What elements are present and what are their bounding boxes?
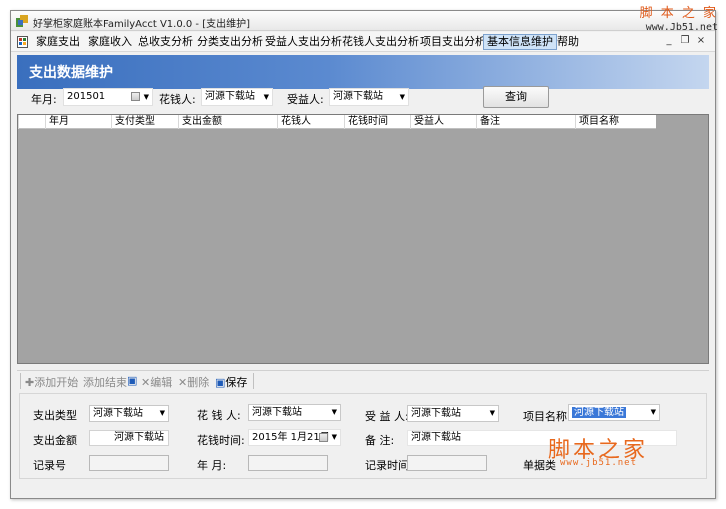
pay-type-value: 河源下载站 — [93, 408, 143, 419]
save-label: 保存 — [225, 376, 248, 389]
form-spender-select[interactable]: 河源下载站 ▼ — [248, 404, 341, 421]
beneficiary-filter-label: 受益人: — [287, 93, 324, 106]
app-window: 好掌柜家庭账本FamilyAcct V1.0.0 - [支出维护] 家庭支出 家… — [10, 10, 716, 499]
app-logo-icon — [16, 15, 28, 27]
minimize-button[interactable]: _ — [663, 35, 675, 46]
year-month-value: 201501 — [67, 91, 106, 102]
column-header[interactable]: 支出金额 — [178, 115, 277, 129]
pay-type-select[interactable]: 河源下载站 ▼ — [89, 405, 169, 422]
amount-label: 支出金额 — [33, 434, 77, 447]
menu-total-analysis[interactable]: 总收支分析 — [135, 34, 196, 50]
record-time-label: 记录时间: — [365, 459, 413, 472]
cross-icon: ✕ — [178, 376, 188, 389]
menu-beneficiary-analysis[interactable]: 受益人支出分析 — [262, 34, 345, 50]
project-name-select[interactable]: 河源下载站 ▼ — [568, 404, 660, 421]
close-button[interactable]: × — [695, 35, 707, 46]
menu-spender-analysis[interactable]: 花钱人支出分析 — [339, 34, 422, 50]
menu-basic-info[interactable]: 基本信息维护 — [483, 34, 557, 50]
add-start-button[interactable]: ✚添加开始 — [25, 374, 78, 390]
chevron-down-icon[interactable]: ▼ — [490, 406, 495, 421]
column-header[interactable]: 支付类型 — [111, 115, 178, 129]
column-header[interactable]: 花钱时间 — [344, 115, 410, 129]
add-start-label: 添加开始 — [34, 376, 79, 389]
column-header[interactable]: 年月 — [45, 115, 111, 129]
menu-project-analysis[interactable]: 项目支出分析 — [417, 34, 489, 50]
chevron-down-icon[interactable]: ▼ — [144, 89, 149, 105]
toolbar-separator — [20, 373, 21, 389]
menu-bar: 家庭支出 家庭收入 总收支分析 分类支出分析 受益人支出分析 花钱人支出分析 项… — [11, 32, 715, 52]
form-beneficiary-select[interactable]: 河源下载站 ▼ — [407, 405, 499, 422]
project-name-label: 项目名称: — [523, 410, 571, 423]
floppy-icon: ▣ — [215, 376, 226, 389]
grid-header: 年月 支付类型 支出金额 花钱人 花钱时间 受益人 备注 项目名称 — [18, 115, 656, 129]
form-beneficiary-value: 河源下载站 — [411, 408, 461, 419]
menu-family-expense[interactable]: 家庭支出 — [33, 34, 83, 50]
record-no-field[interactable] — [89, 455, 169, 471]
column-header[interactable]: 备注 — [476, 115, 575, 129]
column-header[interactable]: 受益人 — [410, 115, 476, 129]
project-name-value: 河源下载站 — [572, 407, 626, 418]
record-time-field[interactable] — [407, 455, 487, 471]
pay-type-label: 支出类型 — [33, 409, 77, 422]
page-title: 支出数据维护 — [29, 65, 113, 81]
edit-toolbar: ✚添加开始 添加结束 ▣ ✕编辑 ✕删除 ▣保存 — [17, 370, 709, 390]
toolbar-separator — [253, 373, 254, 389]
spend-time-label: 花钱时间: — [197, 434, 245, 447]
amount-field[interactable]: 河源下载站 — [89, 430, 169, 446]
delete-label: 删除 — [187, 376, 210, 389]
query-button[interactable]: 查询 — [483, 86, 549, 108]
window-title: 好掌柜家庭账本FamilyAcct V1.0.0 - [支出维护] — [33, 19, 250, 30]
save-button[interactable]: ▣保存 — [215, 374, 247, 390]
beneficiary-filter-value: 河源下载站 — [333, 91, 383, 102]
column-header[interactable]: 花钱人 — [277, 115, 344, 129]
note-label: 备 注: — [365, 434, 395, 447]
watermark-logo-url: www.jb51.net — [560, 458, 638, 468]
title-bar[interactable]: 好掌柜家庭账本FamilyAcct V1.0.0 - [支出维护] — [11, 11, 715, 31]
year-month-label: 年月: — [31, 93, 57, 106]
row-selector-header — [18, 115, 45, 129]
spender-filter-select[interactable]: 河源下载站 ▼ — [201, 88, 273, 106]
document-icon[interactable] — [17, 36, 28, 48]
delete-button[interactable]: ✕删除 — [178, 374, 209, 390]
calendar-icon[interactable] — [131, 92, 140, 101]
form-beneficiary-label: 受 益 人: — [365, 410, 409, 423]
chevron-down-icon[interactable]: ▼ — [160, 406, 165, 421]
menu-help[interactable]: 帮助 — [554, 34, 582, 50]
chevron-down-icon[interactable]: ▼ — [332, 430, 337, 445]
chevron-down-icon[interactable]: ▼ — [651, 405, 656, 420]
cross-icon: ✕ — [141, 376, 151, 389]
menu-family-income[interactable]: 家庭收入 — [85, 34, 135, 50]
beneficiary-filter-select[interactable]: 河源下载站 ▼ — [329, 88, 409, 106]
calendar-icon[interactable] — [319, 433, 328, 442]
column-header[interactable]: 项目名称 — [575, 115, 656, 129]
add-end-button[interactable]: 添加结束 — [83, 374, 127, 390]
save-disk-icon[interactable]: ▣ — [127, 374, 137, 387]
plus-icon: ✚ — [25, 376, 35, 389]
menu-category-analysis[interactable]: 分类支出分析 — [194, 34, 266, 50]
year-month-picker[interactable]: 201501 ▼ — [63, 88, 153, 106]
spender-filter-value: 河源下载站 — [205, 91, 255, 102]
chevron-down-icon[interactable]: ▼ — [400, 89, 405, 105]
edit-label: 编辑 — [150, 376, 173, 389]
spender-filter-label: 花钱人: — [159, 93, 196, 106]
page-banner: 支出数据维护 — [17, 55, 709, 89]
record-no-label: 记录号 — [33, 459, 66, 472]
restore-button[interactable]: ❐ — [679, 35, 691, 46]
spend-time-picker[interactable]: 2015年 1月21日 ▼ — [248, 429, 341, 446]
edit-button[interactable]: ✕编辑 — [141, 374, 172, 390]
watermark-url: www.Jb51.net — [645, 22, 718, 33]
form-year-month-label: 年 月: — [197, 459, 227, 472]
form-year-month-field[interactable] — [248, 455, 328, 471]
form-spender-value: 河源下载站 — [252, 407, 302, 418]
chevron-down-icon[interactable]: ▼ — [332, 405, 337, 420]
form-spender-label: 花 钱 人: — [197, 409, 241, 422]
expense-grid[interactable]: 年月 支付类型 支出金额 花钱人 花钱时间 受益人 备注 项目名称 — [17, 114, 709, 364]
watermark-text: 脚 本 之 家 — [639, 6, 718, 21]
chevron-down-icon[interactable]: ▼ — [264, 89, 269, 105]
